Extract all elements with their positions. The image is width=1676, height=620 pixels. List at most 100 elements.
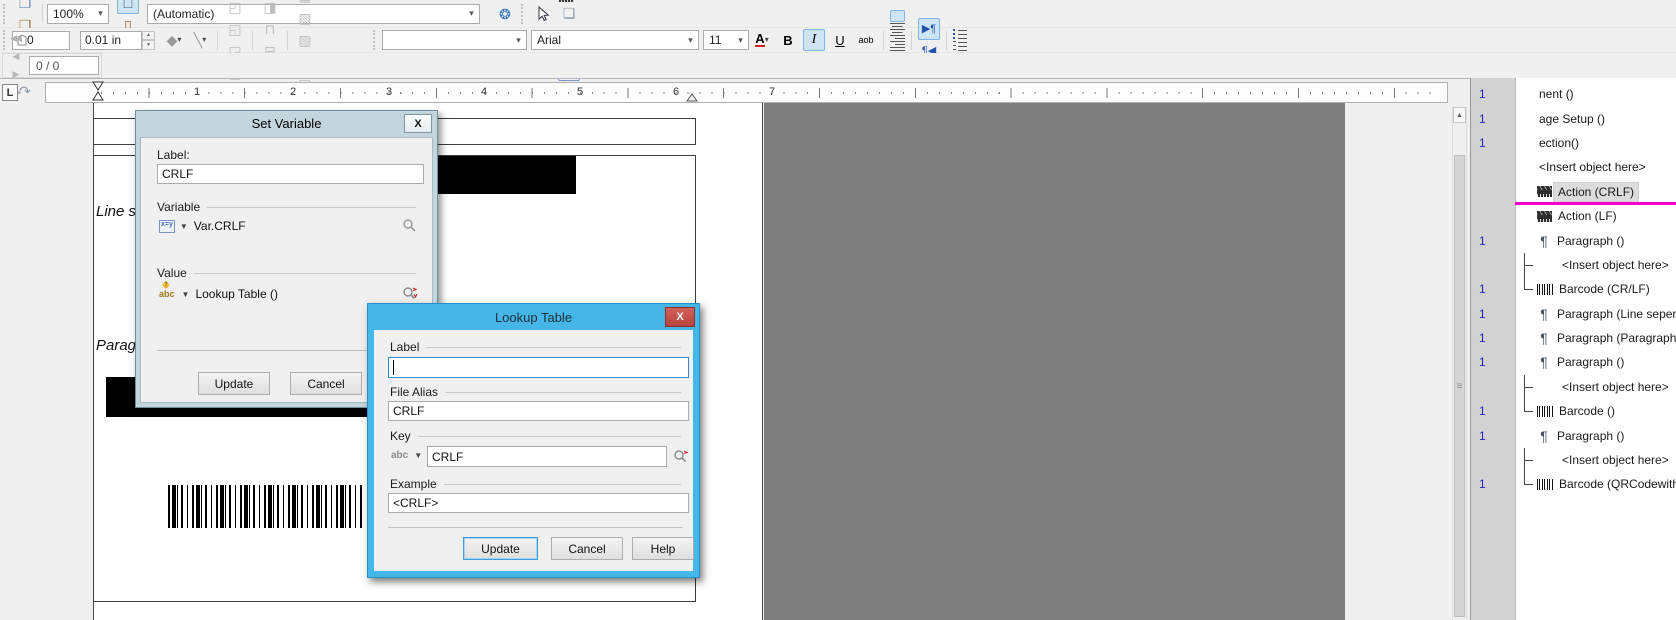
font-family-select[interactable]: Arial ▾: [531, 30, 699, 50]
record-indicator[interactable]: 0 / 0: [29, 56, 99, 75]
tree-item-paragraph-line-seperator[interactable]: 1 Paragraph (Line seperator): [1471, 302, 1676, 326]
barcode-object[interactable]: [168, 485, 364, 528]
tree-item-barcode-crlf[interactable]: 1 Barcode (CR/LF): [1471, 277, 1676, 301]
search-refresh-icon[interactable]: [402, 286, 418, 302]
tree-item-label: Action (CRLF): [1554, 183, 1638, 201]
cancel-button[interactable]: Cancel: [290, 372, 362, 395]
dialog-title: Set Variable: [136, 111, 437, 136]
tree-item-barcode-qrcode[interactable]: 1 Barcode (QRCodewith: [1471, 472, 1676, 496]
ruler-corner-box[interactable]: L: [2, 84, 18, 101]
cancel-button[interactable]: Cancel: [551, 537, 623, 560]
close-button[interactable]: X: [665, 307, 695, 327]
tree-item-paragraph-paragraph-seperator[interactable]: 1 Paragraph (Paragraph seper: [1471, 326, 1676, 350]
tree-item-insert-placeholder[interactable]: <Insert object here>: [1471, 448, 1676, 472]
value-section-caption: Value: [157, 266, 187, 280]
copy-icon[interactable]: ❐: [14, 0, 36, 14]
horizontal-ruler[interactable]: 1 2 3 4 5 6 7: [45, 82, 1448, 103]
tree-item-icon: [1535, 211, 1554, 222]
lookup-label-input[interactable]: [388, 357, 689, 378]
variable-source-row[interactable]: x=y ▼ Var.CRLF: [159, 218, 418, 234]
align-center-button[interactable]: [890, 22, 905, 34]
send-backward-icon[interactable]: ◱: [224, 18, 246, 40]
toolbar-grip[interactable]: [373, 30, 379, 50]
frame-borders-icon[interactable]: □: [117, 0, 139, 14]
record-navigation-toolbar: ◀◀◀▶▶▶ 0 / 0: [0, 53, 1676, 78]
variable-label-input[interactable]: [157, 164, 424, 184]
update-button[interactable]: Update: [198, 372, 270, 395]
margin-marker[interactable]: [686, 93, 698, 102]
tree-item-icon: [1535, 479, 1555, 490]
tree-item-insert-placeholder[interactable]: <Insert object here>: [1471, 253, 1676, 277]
step-down-icon[interactable]: ▼: [142, 40, 155, 50]
tree-item-barcode[interactable]: 1 Barcode (): [1471, 399, 1676, 423]
chevron-down-icon[interactable]: ▼: [180, 222, 188, 231]
black-rectangle-object[interactable]: [424, 156, 576, 194]
fill-color-icon[interactable]: ◆▾: [163, 29, 185, 51]
proof-icon[interactable]: ❂: [494, 3, 516, 25]
tree-branch: [1516, 253, 1535, 277]
toolbar-grip[interactable]: [3, 4, 9, 24]
bullet-list-button[interactable]: [953, 28, 968, 40]
text-fit-icon-4[interactable]: ▧: [294, 7, 316, 29]
scroll-up-button[interactable]: ▲: [1453, 107, 1466, 123]
next-record-button[interactable]: ▶: [5, 66, 25, 84]
chevron-down-icon[interactable]: ▼: [414, 451, 422, 460]
tree-item-paragraph[interactable]: 1 Paragraph (): [1471, 350, 1676, 374]
tree-item-paragraph[interactable]: 1 Paragraph (): [1471, 228, 1676, 252]
align-top-icon[interactable]: ⊓: [259, 18, 281, 40]
align-left-button[interactable]: [890, 10, 905, 22]
font-color-button[interactable]: A▾: [751, 29, 773, 51]
font-size-select[interactable]: 11 ▾: [703, 30, 749, 50]
tree-item-label: Action (LF): [1554, 207, 1621, 225]
example-input[interactable]: [388, 493, 689, 513]
page-curl-icon[interactable]: ❏: [558, 2, 580, 24]
tree-item-insert-placeholder[interactable]: <Insert object here>: [1471, 375, 1676, 399]
zoom-select[interactable]: 100% ▾: [47, 4, 109, 24]
object-tree-panel: 1 nent () 1 age Setup () 1 ection(): [1470, 78, 1676, 620]
close-button[interactable]: X: [404, 114, 432, 133]
align-right-button[interactable]: [890, 34, 905, 46]
help-button[interactable]: Help: [632, 537, 694, 560]
previous-record-button[interactable]: ◀: [5, 48, 25, 66]
tree-item-insert-placeholder[interactable]: <Insert object here>: [1471, 155, 1676, 179]
text-caret: [393, 360, 394, 375]
italic-button[interactable]: I: [803, 29, 825, 51]
tree-item-section[interactable]: 1 ection(): [1471, 131, 1676, 155]
file-alias-input[interactable]: [388, 401, 689, 421]
ruler-cursor-marker[interactable]: [92, 81, 104, 101]
scrollbar-thumb[interactable]: ≡: [1454, 155, 1465, 617]
align-right-icon[interactable]: ◨: [259, 0, 281, 18]
ltr-paragraph-button[interactable]: ▶¶: [918, 18, 940, 40]
update-button[interactable]: Update: [463, 537, 538, 560]
value-source-row[interactable]: abc ▼ Lookup Table (): [159, 286, 418, 302]
line-color-icon[interactable]: ╲▾: [189, 29, 211, 51]
key-input[interactable]: [427, 446, 667, 467]
vertical-scrollbar[interactable]: ▲ ≡: [1452, 107, 1467, 620]
first-record-button[interactable]: ◀◀: [5, 30, 25, 48]
unit-stepper[interactable]: ▲▼: [142, 31, 155, 50]
select-tool-icon[interactable]: [532, 3, 554, 25]
variable-icon: x=y: [159, 220, 175, 233]
style-select[interactable]: ▾: [382, 30, 527, 50]
numbered-list-button[interactable]: [953, 40, 968, 52]
tree-item-label: Paragraph (Line seperator): [1553, 305, 1676, 323]
tree-item-paragraph[interactable]: 1 Paragraph (): [1471, 423, 1676, 447]
text-fit-icon-3[interactable]: ▦: [294, 0, 316, 7]
tree-item-count: 1: [1471, 355, 1516, 369]
text-fit-icon-5[interactable]: ▨: [294, 29, 316, 51]
underline-button[interactable]: U: [829, 29, 851, 51]
search-icon[interactable]: [402, 218, 418, 234]
tree-item-action-lf[interactable]: Action (LF): [1471, 204, 1676, 228]
character-spacing-button[interactable]: aob: [855, 29, 877, 51]
unit-field[interactable]: 0.01 in: [80, 31, 142, 50]
bold-button[interactable]: B: [777, 29, 799, 51]
bring-forward-icon[interactable]: ◰: [224, 0, 246, 18]
variable-section-caption: Variable: [157, 200, 200, 214]
step-up-icon[interactable]: ▲: [142, 31, 155, 41]
tree-item-action-crlf[interactable]: Action (CRLF): [1471, 180, 1676, 204]
chevron-down-icon[interactable]: ▼: [182, 290, 190, 299]
tree-item-page-setup[interactable]: 1 age Setup (): [1471, 106, 1676, 130]
tree-item-document[interactable]: 1 nent (): [1471, 82, 1676, 106]
toolbar-grip[interactable]: [521, 4, 527, 24]
search-refresh-icon[interactable]: [673, 449, 689, 465]
